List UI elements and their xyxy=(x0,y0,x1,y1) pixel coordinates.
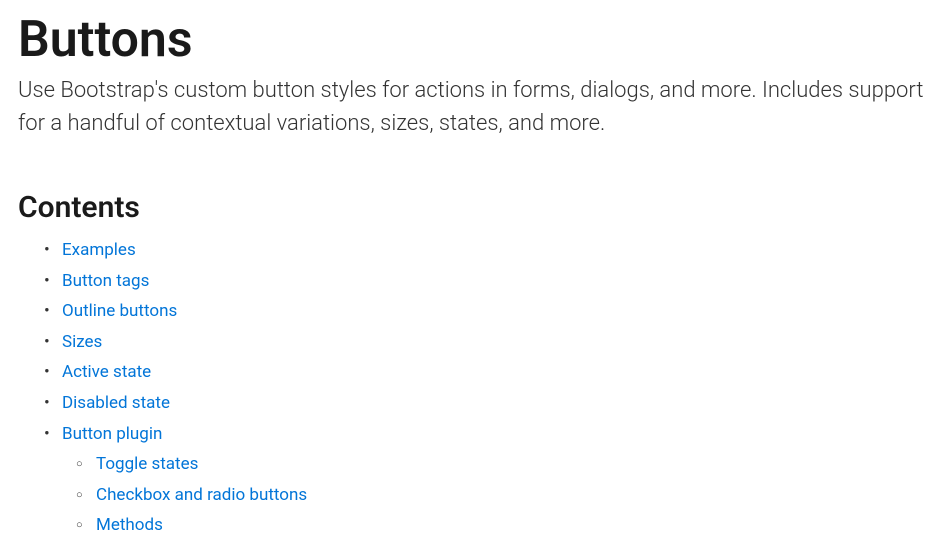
toc-link-active-state[interactable]: Active state xyxy=(62,362,151,382)
toc-subitem: Toggle states xyxy=(96,449,929,480)
toc-subitem: Methods xyxy=(96,510,929,541)
toc-item: Button plugin Toggle states Checkbox and… xyxy=(62,419,929,541)
toc-item: Outline buttons xyxy=(62,296,929,327)
toc-item: Sizes xyxy=(62,327,929,358)
toc-nested-list: Toggle states Checkbox and radio buttons… xyxy=(62,449,929,541)
toc-item: Disabled state xyxy=(62,388,929,419)
toc-link-toggle-states[interactable]: Toggle states xyxy=(96,454,198,474)
toc-link-checkbox-radio[interactable]: Checkbox and radio buttons xyxy=(96,485,307,505)
toc-link-button-tags[interactable]: Button tags xyxy=(62,271,149,291)
toc-link-button-plugin[interactable]: Button plugin xyxy=(62,424,162,444)
toc-item: Button tags xyxy=(62,266,929,297)
toc-subitem: Checkbox and radio buttons xyxy=(96,480,929,511)
toc-item: Active state xyxy=(62,357,929,388)
toc-item: Examples xyxy=(62,235,929,266)
page-title: Buttons xyxy=(18,10,929,70)
contents-heading: Contents xyxy=(18,190,929,225)
toc-link-methods[interactable]: Methods xyxy=(96,515,163,535)
toc-link-disabled-state[interactable]: Disabled state xyxy=(62,393,170,413)
page-subtitle: Use Bootstrap's custom button styles for… xyxy=(18,74,929,140)
toc-link-examples[interactable]: Examples xyxy=(62,240,136,260)
table-of-contents: Examples Button tags Outline buttons Siz… xyxy=(18,235,929,541)
toc-link-outline-buttons[interactable]: Outline buttons xyxy=(62,301,177,321)
toc-link-sizes[interactable]: Sizes xyxy=(62,332,102,352)
